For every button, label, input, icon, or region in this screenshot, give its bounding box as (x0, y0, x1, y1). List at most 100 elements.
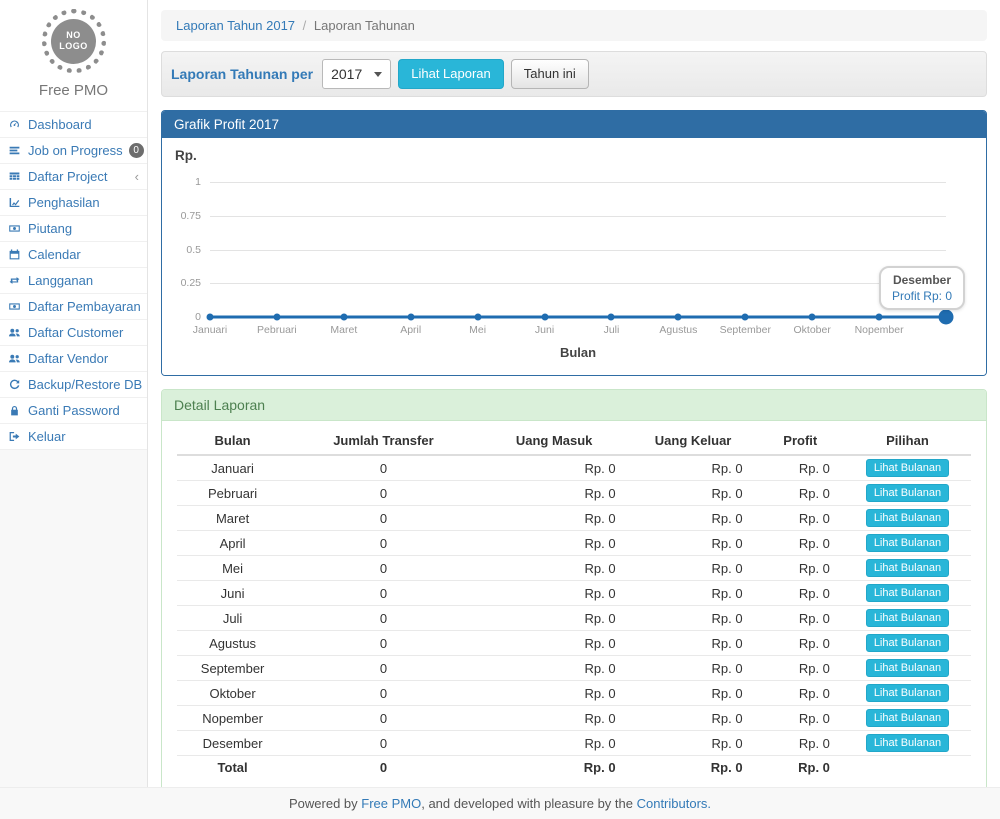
sidebar-item-penghasilan[interactable]: Penghasilan (0, 190, 147, 216)
cell-jumlah-transfer: 0 (288, 481, 479, 506)
data-point-april[interactable] (407, 314, 414, 321)
lihat-bulanan-button[interactable]: Lihat Bulanan (866, 634, 949, 652)
sidebar-item-label: Daftar Vendor (28, 351, 108, 366)
users-icon (8, 352, 22, 366)
cell-bulan: Juni (177, 581, 288, 606)
brand: NO LOGO Free PMO (0, 0, 147, 111)
money-icon (8, 222, 22, 236)
cell-pilihan: Lihat Bulanan (844, 581, 971, 606)
gridline (210, 250, 946, 251)
cell-uang-masuk: Rp. 0 (479, 531, 630, 556)
cell-uang-masuk: Rp. 0 (479, 656, 630, 681)
cell-uang-masuk: Rp. 0 (479, 581, 630, 606)
x-axis-tick: Maret (330, 324, 357, 336)
lock-icon (8, 404, 22, 418)
lihat-bulanan-button[interactable]: Lihat Bulanan (866, 534, 949, 552)
lihat-bulanan-button[interactable]: Lihat Bulanan (866, 659, 949, 677)
lihat-bulanan-button[interactable]: Lihat Bulanan (866, 509, 949, 527)
sidebar-top: NO LOGO Free PMO DashboardJob on Progres… (0, 0, 147, 450)
lihat-bulanan-button[interactable]: Lihat Bulanan (866, 734, 949, 752)
data-point-nopember[interactable] (876, 314, 883, 321)
column-header-jumlah-transfer: Jumlah Transfer (288, 427, 479, 455)
x-axis-title: Bulan (210, 345, 946, 360)
cell-jumlah-transfer: 0 (288, 506, 479, 531)
sidebar-item-keluar[interactable]: Keluar (0, 424, 147, 450)
sidebar-item-daftar-pembayaran[interactable]: Daftar Pembayaran (0, 294, 147, 320)
data-point-pebruari[interactable] (273, 314, 280, 321)
cell-jumlah-transfer: 0 (288, 681, 479, 706)
lihat-bulanan-button[interactable]: Lihat Bulanan (866, 484, 949, 502)
data-point-oktober[interactable] (809, 314, 816, 321)
profit-chart-panel: Grafik Profit 2017 Rp. 10.750.50.250Janu… (161, 110, 987, 376)
sidebar-item-backup-restore-db[interactable]: Backup/Restore DB (0, 372, 147, 398)
breadcrumb-link-laporan-tahun[interactable]: Laporan Tahun 2017 (176, 18, 295, 33)
cell-jumlah-transfer: 0 (288, 581, 479, 606)
this-year-button[interactable]: Tahun ini (511, 59, 589, 89)
data-point-september[interactable] (742, 314, 749, 321)
sidebar-item-ganti-password[interactable]: Ganti Password (0, 398, 147, 424)
data-point-desember[interactable] (939, 310, 954, 325)
gridline (210, 216, 946, 217)
sidebar-item-dashboard[interactable]: Dashboard (0, 111, 147, 138)
data-point-agustus[interactable] (675, 314, 682, 321)
logo-text-top: NO (66, 30, 81, 41)
sidebar-item-label: Keluar (28, 429, 66, 444)
footer-contributors-link[interactable]: Contributors. (637, 796, 711, 811)
data-point-mei[interactable] (474, 314, 481, 321)
sign-out-icon (8, 430, 22, 444)
sidebar-item-calendar[interactable]: Calendar (0, 242, 147, 268)
table-icon (8, 170, 22, 184)
sidebar-item-daftar-project[interactable]: Daftar Project‹ (0, 164, 147, 190)
retweet-icon (8, 274, 22, 288)
sidebar-filler (0, 450, 147, 787)
y-axis-tick: 1 (195, 176, 201, 188)
sidebar-item-job-on-progress[interactable]: Job on Progress0 (0, 138, 147, 164)
cell-uang-keluar: Rp. 0 (630, 506, 757, 531)
lihat-bulanan-button[interactable]: Lihat Bulanan (866, 459, 949, 477)
footer-brand-link[interactable]: Free PMO (361, 796, 421, 811)
report-filter-bar: Laporan Tahunan per 2017 Lihat Laporan T… (161, 51, 987, 97)
sidebar-item-piutang[interactable]: Piutang (0, 216, 147, 242)
lihat-bulanan-button[interactable]: Lihat Bulanan (866, 609, 949, 627)
year-select[interactable]: 2017 (322, 59, 391, 89)
report-table-head-row: BulanJumlah TransferUang MasukUang Kelua… (177, 427, 971, 455)
data-point-juni[interactable] (541, 314, 548, 321)
sidebar-item-label: Daftar Customer (28, 325, 123, 340)
sidebar-item-label: Penghasilan (28, 195, 100, 210)
table-row-april: April0Rp. 0Rp. 0Rp. 0Lihat Bulanan (177, 531, 971, 556)
main-content: Laporan Tahun 2017 / Laporan Tahunan Lap… (148, 0, 1000, 787)
footer-text-prefix: Powered by (289, 796, 361, 811)
lihat-bulanan-button[interactable]: Lihat Bulanan (866, 684, 949, 702)
sidebar-item-label: Job on Progress (28, 143, 123, 158)
cell-pilihan: Lihat Bulanan (844, 455, 971, 481)
sidebar-item-langganan[interactable]: Langganan (0, 268, 147, 294)
cell-uang-keluar: Rp. 0 (630, 455, 757, 481)
cell-uang-keluar: Rp. 0 (630, 681, 757, 706)
data-point-juli[interactable] (608, 314, 615, 321)
cell-profit: Rp. 0 (757, 531, 844, 556)
breadcrumb-current: Laporan Tahunan (314, 18, 415, 33)
cell-bulan: Juli (177, 606, 288, 631)
cell-uang-masuk: Rp. 0 (479, 731, 630, 756)
app-layout: NO LOGO Free PMO DashboardJob on Progres… (0, 0, 1000, 787)
cell-bulan: Maret (177, 506, 288, 531)
cell-jumlah-transfer: 0 (288, 531, 479, 556)
sidebar-item-label: Calendar (28, 247, 81, 262)
cell-uang-masuk: Rp. 0 (479, 631, 630, 656)
sidebar-item-daftar-customer[interactable]: Daftar Customer (0, 320, 147, 346)
lihat-bulanan-button[interactable]: Lihat Bulanan (866, 709, 949, 727)
sidebar-item-daftar-vendor[interactable]: Daftar Vendor (0, 346, 147, 372)
cell-pilihan: Lihat Bulanan (844, 681, 971, 706)
view-report-button[interactable]: Lihat Laporan (398, 59, 504, 89)
gridline (210, 182, 946, 183)
data-point-januari[interactable] (207, 314, 214, 321)
logo-text-bottom: LOGO (59, 41, 88, 52)
cell-jumlah-transfer: 0 (288, 455, 479, 481)
cell-profit: Rp. 0 (757, 556, 844, 581)
lihat-bulanan-button[interactable]: Lihat Bulanan (866, 559, 949, 577)
cell-profit: Rp. 0 (757, 481, 844, 506)
footer-text-middle: , and developed with pleasure by the (421, 796, 636, 811)
lihat-bulanan-button[interactable]: Lihat Bulanan (866, 584, 949, 602)
data-point-maret[interactable] (340, 314, 347, 321)
y-axis-tick: 0.5 (186, 244, 201, 256)
